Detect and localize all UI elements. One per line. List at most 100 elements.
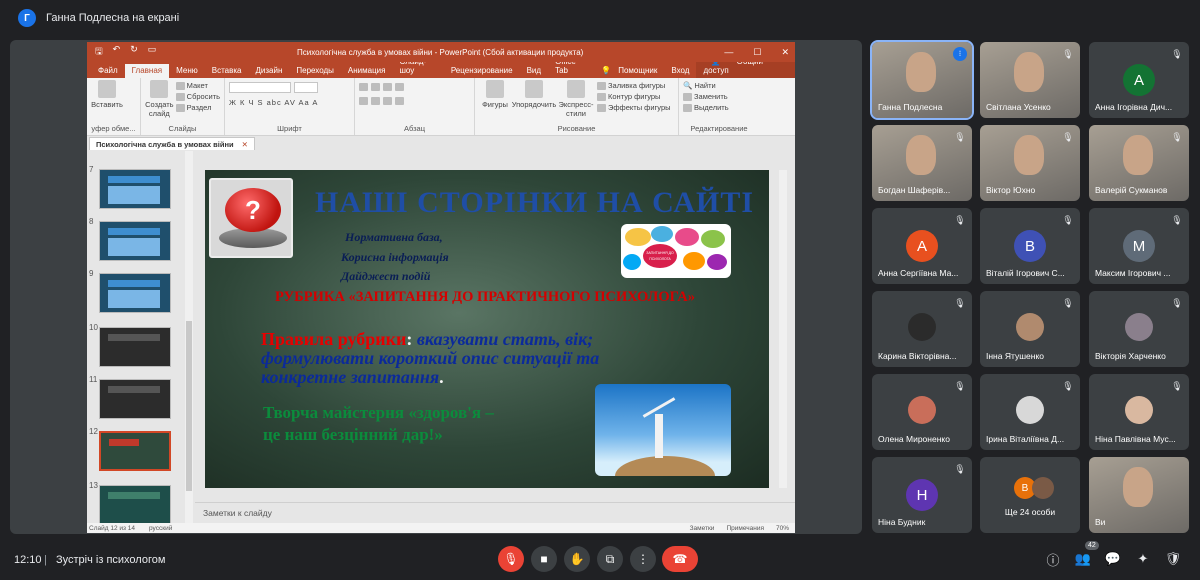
- participant-tile[interactable]: Віктор Юхно 🎙: [980, 125, 1080, 201]
- participant-tile[interactable]: Світлана Усенко 🎙: [980, 42, 1080, 118]
- participant-name: Анна Сергіївна Ма...: [878, 268, 959, 278]
- participant-tile[interactable]: Богдан Шаферів... 🎙: [872, 125, 972, 201]
- participant-tile[interactable]: В Віталій Ігорович С... 🎙: [980, 208, 1080, 284]
- slide-thumb-11[interactable]: [99, 379, 171, 419]
- section-button[interactable]: Раздел: [175, 102, 220, 113]
- participant-tile[interactable]: М Максим Ігорович ... 🎙: [1089, 208, 1189, 284]
- select-icon: [683, 103, 692, 112]
- font-name-field[interactable]: [229, 82, 291, 93]
- thumbs-scrollbar[interactable]: [185, 151, 193, 523]
- scroll-knob[interactable]: [186, 321, 192, 491]
- tab-insert[interactable]: Вставка: [205, 66, 249, 78]
- participant-tile[interactable]: Ганна Подлесна ⁝: [870, 40, 974, 120]
- mic-off-icon: 🎙: [954, 381, 966, 391]
- mic-off-button[interactable]: 🎙: [498, 546, 524, 572]
- help-link[interactable]: Помощник: [618, 66, 664, 78]
- close-button[interactable]: ✕: [781, 47, 789, 58]
- slide-scrollbar[interactable]: [779, 170, 787, 488]
- slide-thumb-7[interactable]: [99, 169, 171, 209]
- participant-tile[interactable]: Валерій Сукманов 🎙: [1089, 125, 1189, 201]
- participants-count: 42: [1085, 541, 1099, 550]
- minimize-button[interactable]: —: [724, 47, 733, 58]
- select-button[interactable]: Выделить: [683, 102, 755, 113]
- tab-file[interactable]: Файл: [91, 66, 125, 78]
- notes-toggle[interactable]: Заметки: [690, 525, 715, 532]
- paragraph-buttons[interactable]: [359, 83, 470, 91]
- current-slide[interactable]: ? НАШІ СТОРІНКИ НА САЙТІ ЗАПИТАННЯ ДО ПС…: [205, 170, 769, 488]
- select-label: Выделить: [694, 103, 729, 112]
- font-format-buttons[interactable]: Ж К Ч S abc AV Aa A: [229, 98, 350, 107]
- fill-button[interactable]: Заливка фигуры: [597, 80, 671, 91]
- tab-review[interactable]: Рецензирование: [444, 66, 520, 78]
- slide-thumb-13[interactable]: [99, 485, 171, 525]
- avatar: В: [1014, 230, 1046, 262]
- participant-name: Ще 24 особи: [1004, 507, 1056, 517]
- effects-button[interactable]: Эффекты фигуры: [597, 102, 671, 113]
- participant-tile[interactable]: Ніна Павлівна Мус... 🎙: [1089, 374, 1189, 450]
- participant-name: Ніна Павлівна Мус...: [1095, 434, 1176, 444]
- raise-hand-button[interactable]: ✋: [564, 546, 590, 572]
- participant-tile[interactable]: А Анна Сергіївна Ма... 🎙: [872, 208, 972, 284]
- chat-button[interactable]: 💬: [1104, 550, 1122, 568]
- tab-design[interactable]: Дизайн: [248, 66, 289, 78]
- start-slideshow-icon[interactable]: ▭: [148, 44, 157, 60]
- slide-thumb-10[interactable]: [99, 327, 171, 367]
- undo-icon[interactable]: ↶: [113, 44, 121, 60]
- fill-icon: [597, 81, 606, 90]
- font-size-field[interactable]: [294, 82, 318, 93]
- tab-animation[interactable]: Анимация: [341, 66, 393, 78]
- participant-name: Ганна Подлесна: [878, 102, 943, 112]
- avatar-photo: [908, 313, 936, 341]
- leave-call-button[interactable]: ☎: [662, 546, 698, 572]
- participant-tile[interactable]: Вікторія Харченко 🎙: [1089, 291, 1189, 367]
- document-tab-label: Психологічна служба в умовах війни: [96, 139, 234, 149]
- tab-home[interactable]: Главная: [124, 64, 170, 78]
- slide-thumb-9[interactable]: [99, 273, 171, 313]
- meeting-info-button[interactable]: ⓘ: [1044, 550, 1062, 568]
- paste-button[interactable]: Вставить: [91, 80, 123, 109]
- participant-tile[interactable]: В Ще 24 особи: [980, 457, 1080, 533]
- present-button[interactable]: ⧉: [597, 546, 623, 572]
- host-controls-button[interactable]: 🛡: [1164, 550, 1182, 568]
- thumb-bar: [108, 228, 160, 235]
- creative-line1: Творча майстерня «здоров'я –: [263, 403, 494, 422]
- slide-thumb-12[interactable]: [99, 431, 171, 471]
- tab-view[interactable]: Вид: [520, 66, 548, 78]
- search-icon: 🔍: [683, 81, 693, 90]
- participant-name: Віталій Ігорович С...: [986, 268, 1065, 278]
- login-link[interactable]: Вход: [664, 66, 696, 78]
- avatar: А: [906, 230, 938, 262]
- participant-tile[interactable]: Інна Ятушенко 🎙: [980, 291, 1080, 367]
- participants-button[interactable]: 👥: [1074, 550, 1092, 568]
- arrange-icon: [525, 80, 543, 98]
- layout-button[interactable]: Макет: [175, 80, 220, 91]
- zoom-level[interactable]: 70%: [776, 525, 789, 532]
- repeat-icon[interactable]: ↻: [130, 44, 138, 60]
- participant-tile[interactable]: А Анна Ігорівна Дич... 🎙: [1089, 42, 1189, 118]
- more-options-button[interactable]: ⋮: [630, 546, 656, 572]
- comments-toggle[interactable]: Примечания: [726, 525, 764, 532]
- participant-tile[interactable]: Олена Мироненко 🎙: [872, 374, 972, 450]
- activities-button[interactable]: ✦: [1134, 550, 1152, 568]
- info-icon: ⓘ: [1046, 552, 1060, 568]
- find-button[interactable]: 🔍 Найти: [683, 80, 755, 91]
- reset-button[interactable]: Сбросить: [175, 91, 220, 102]
- participant-tile[interactable]: Карина Вікторівна... 🎙: [872, 291, 972, 367]
- save-icon[interactable]: 🖫: [95, 44, 103, 60]
- group-label: Шрифт: [277, 124, 302, 133]
- participant-tile[interactable]: Н Ніна Будник 🎙: [872, 457, 972, 533]
- slide-thumb-8[interactable]: [99, 221, 171, 261]
- participant-tile[interactable]: Ви: [1089, 457, 1189, 533]
- maximize-button[interactable]: ☐: [753, 47, 761, 58]
- participant-tile[interactable]: Ірина Віталіївна Д... 🎙: [980, 374, 1080, 450]
- outline-button[interactable]: Контур фигуры: [597, 91, 671, 102]
- replace-button[interactable]: Заменить: [683, 91, 755, 102]
- tab-transitions[interactable]: Переходы: [289, 66, 341, 78]
- align-buttons[interactable]: [359, 97, 470, 105]
- close-tab-icon[interactable]: ✕: [242, 140, 248, 149]
- tab-menu[interactable]: Меню: [169, 66, 205, 78]
- notes-pane[interactable]: Заметки к слайду: [195, 502, 795, 522]
- camera-button[interactable]: ■: [531, 546, 557, 572]
- document-tab[interactable]: Психологічна служба в умовах війни ✕: [89, 137, 255, 150]
- chat-icon: 💬: [1104, 551, 1122, 566]
